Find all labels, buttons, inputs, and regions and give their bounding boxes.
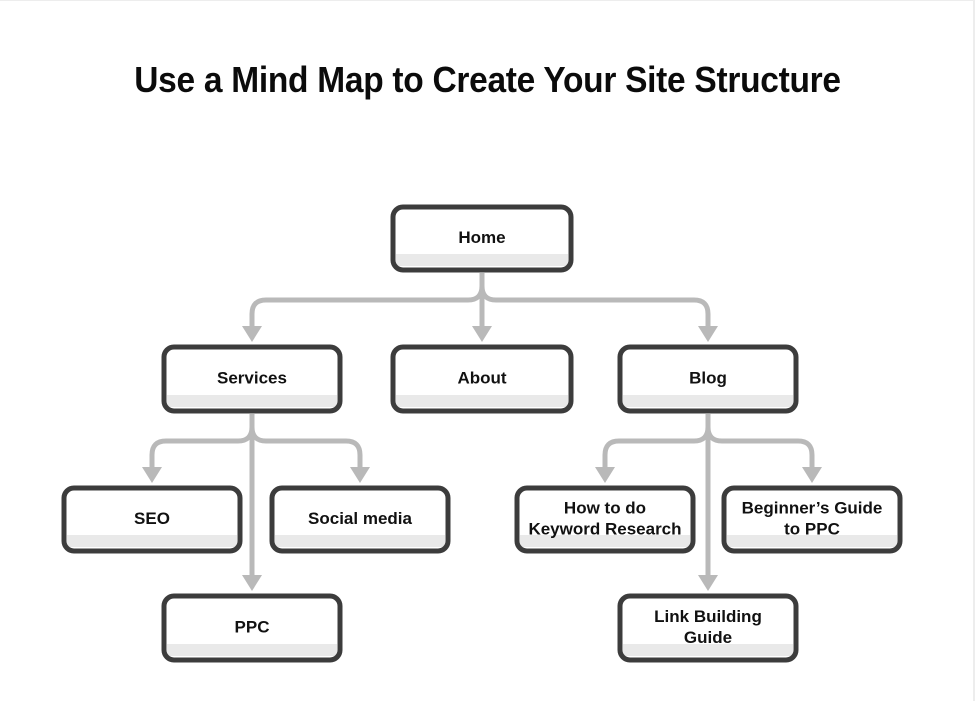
- node-seo[interactable]: SEO: [61, 485, 243, 554]
- connector-line: [249, 414, 363, 468]
- arrowhead-icon: [350, 467, 370, 483]
- mind-map-tree: Home Services About Blog SEO Social media How …: [61, 204, 903, 663]
- node-shadow-band: [167, 395, 337, 407]
- connector-blog-how-to-do-keyword-research: [595, 414, 711, 483]
- arrowhead-icon: [698, 575, 718, 591]
- node-label: to PPC: [784, 519, 840, 538]
- node-label: Beginner’s Guide: [742, 498, 883, 517]
- node-shadow-band: [67, 535, 237, 547]
- node-label: Link Building: [654, 607, 762, 626]
- node-label: Home: [458, 228, 505, 247]
- node-label: SEO: [134, 509, 170, 528]
- connector-line: [705, 414, 815, 468]
- connector-services-social-media: [249, 414, 370, 483]
- connector-line: [249, 273, 485, 327]
- node-shadow-band: [167, 644, 337, 656]
- node-label: Blog: [689, 368, 727, 387]
- connector-home-services: [242, 273, 485, 342]
- node-social-media[interactable]: Social media: [269, 485, 451, 554]
- node-home[interactable]: Home: [390, 204, 574, 273]
- node-ppc[interactable]: PPC: [161, 593, 343, 663]
- node-label: How to do: [564, 498, 646, 517]
- node-label: Social media: [308, 509, 412, 528]
- node-label: Guide: [684, 628, 732, 647]
- node-label: Keyword Research: [528, 519, 681, 538]
- node-how-to-do-keyword-research[interactable]: How to do Keyword Research: [514, 485, 696, 554]
- connector-home-blog: [479, 273, 718, 342]
- node-label: Services: [217, 368, 287, 387]
- node-shadow-band: [275, 535, 445, 547]
- arrowhead-icon: [242, 326, 262, 342]
- connector-line: [479, 273, 711, 327]
- connector-layer: [142, 273, 822, 591]
- node-shadow-band: [396, 254, 568, 266]
- connector-line: [602, 414, 711, 468]
- node-blog[interactable]: Blog: [617, 344, 799, 414]
- node-beginners-guide-to-ppc[interactable]: Beginner’s Guide to PPC: [721, 485, 903, 554]
- arrowhead-icon: [142, 467, 162, 483]
- node-label: About: [457, 368, 506, 387]
- arrowhead-icon: [698, 326, 718, 342]
- arrowhead-icon: [595, 467, 615, 483]
- arrowhead-icon: [242, 575, 262, 591]
- node-shadow-band: [623, 395, 793, 407]
- arrowhead-icon: [472, 326, 492, 342]
- connector-line: [149, 414, 255, 468]
- node-shadow-band: [396, 395, 568, 407]
- connector-services-seo: [142, 414, 255, 483]
- node-services[interactable]: Services: [161, 344, 343, 414]
- node-label: PPC: [235, 617, 270, 636]
- node-link-building-guide[interactable]: Link Building Guide: [617, 593, 799, 663]
- node-about[interactable]: About: [390, 344, 574, 414]
- connector-blog-beginners-guide-to-ppc: [705, 414, 822, 483]
- arrowhead-icon: [802, 467, 822, 483]
- diagram-canvas: Use a Mind Map to Create Your Site Struc…: [0, 0, 975, 701]
